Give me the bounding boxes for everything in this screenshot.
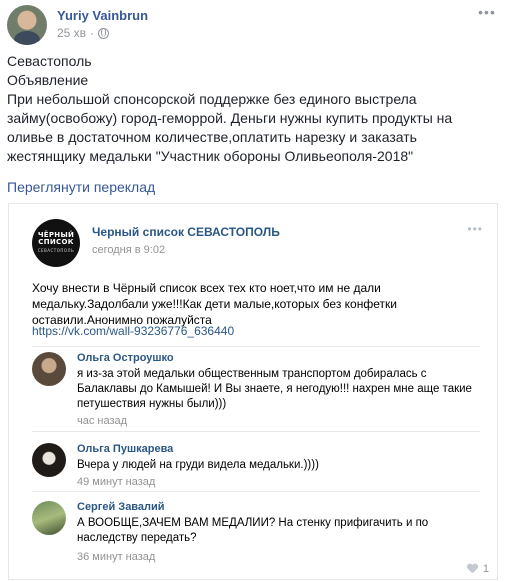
see-translation-link[interactable]: Переглянути переклад (7, 179, 155, 195)
like-count: 1 (482, 563, 489, 575)
globe-icon[interactable] (98, 27, 110, 39)
group-avatar[interactable]: ЧЁРНЫЙ СПИСОК СЕВАСТОПОЛЬ (32, 219, 80, 267)
commenter-avatar[interactable] (32, 501, 66, 535)
commenter-name[interactable]: Ольга Пушкарева (77, 443, 173, 455)
more-options-icon[interactable]: ••• (476, 5, 498, 21)
post-time[interactable]: 25 хв (57, 26, 86, 40)
vk-post-paragraph: Хочу внести в Чёрный список всех тех кто… (32, 281, 397, 327)
group-logo-subtitle: СЕВАСТОПОЛЬ (37, 248, 75, 253)
more-options-icon[interactable]: ••• (467, 222, 483, 236)
like-button[interactable]: 1 (467, 563, 489, 575)
comment-text: Вчера у людей на груди видела медальки.)… (77, 459, 319, 471)
commenter-avatar[interactable] (32, 352, 66, 386)
divider (32, 491, 480, 492)
comment: Ольга Остроушко я из-за этой медальки об… (32, 352, 484, 434)
comment-text: я из-за этой медальки общественным транс… (77, 368, 472, 410)
group-logo-line: СПИСОК (38, 238, 74, 246)
comment: Сергей Завалий А ВООБЩЕ,ЗАЧЕМ ВАМ МЕДАЛИ… (32, 501, 484, 576)
post-meta: 25 хв · (57, 26, 110, 40)
commenter-name[interactable]: Ольга Остроушко (77, 352, 174, 364)
group-name[interactable]: Черный список СЕВАСТОПОЛЬ (92, 225, 280, 239)
post-line: Севастополь (7, 53, 92, 69)
embedded-vk-screenshot: ЧЁРНЫЙ СПИСОК СЕВАСТОПОЛЬ Черный список … (8, 203, 498, 580)
meta-separator: · (90, 26, 95, 40)
divider (32, 431, 480, 432)
post-body: Севастополь Объявление При небольшой спо… (7, 52, 495, 166)
commenter-name[interactable]: Сергей Завалий (77, 501, 165, 513)
vk-post-link[interactable]: https://vk.com/wall-93236776_636440 (32, 324, 234, 338)
author-name[interactable]: Yuriy Vainbrun (57, 8, 148, 23)
author-avatar[interactable] (7, 5, 47, 45)
comment-time[interactable]: час назад (77, 415, 127, 427)
comment: Ольга Пушкарева Вчера у людей на груди в… (32, 443, 484, 493)
vk-post-text: Хочу внести в Чёрный список всех тех кто… (32, 280, 472, 328)
comment-text: А ВООБЩЕ,ЗАЧЕМ ВАМ МЕДАЛИИ? На стенку пр… (77, 517, 429, 544)
post-line: Объявление (7, 72, 89, 88)
post-date[interactable]: сегодня в 9:02 (92, 244, 165, 256)
post-header: Yuriy Vainbrun 25 хв · ••• (7, 5, 498, 49)
post-line: При небольшой спонсорской поддержке без … (7, 91, 453, 164)
heart-icon[interactable] (467, 564, 478, 574)
comment-time[interactable]: 36 минут назад (77, 551, 155, 563)
commenter-avatar[interactable] (32, 443, 66, 477)
divider (32, 346, 480, 347)
comment-time[interactable]: 49 минут назад (77, 476, 155, 488)
